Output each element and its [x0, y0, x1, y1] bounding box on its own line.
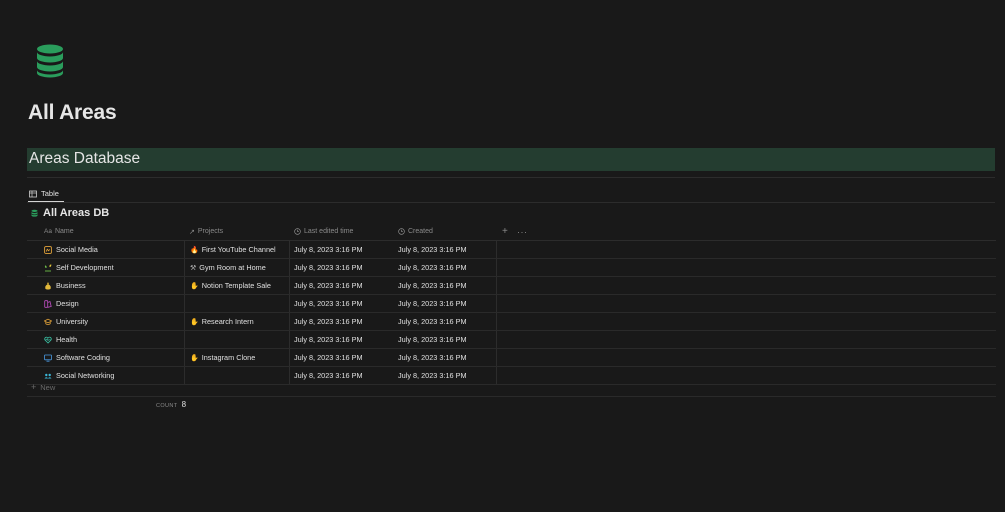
- table-row[interactable]: Health July 8, 2023 3:16 PM July 8, 2023…: [27, 331, 996, 349]
- new-row-label: New: [40, 382, 56, 392]
- project-link[interactable]: First YouTube Channel: [202, 245, 276, 254]
- created-cell: July 8, 2023 3:16 PM: [398, 299, 467, 308]
- last-edited-cell: July 8, 2023 3:16 PM: [294, 335, 363, 344]
- last-edited-cell: July 8, 2023 3:16 PM: [294, 317, 363, 326]
- project-link[interactable]: Research Intern: [202, 317, 254, 326]
- column-header-projects[interactable]: ↗ Projects: [189, 223, 223, 240]
- row-count[interactable]: COUNT 8: [156, 400, 186, 409]
- created-cell: July 8, 2023 3:16 PM: [398, 335, 467, 344]
- row-name[interactable]: University: [56, 317, 88, 326]
- tab-label: Table: [41, 189, 59, 198]
- table-row[interactable]: University ✋ Research Intern July 8, 202…: [27, 313, 996, 331]
- table-row[interactable]: Software Coding ✋ Instagram Clone July 8…: [27, 349, 996, 367]
- table-row[interactable]: Social Networking July 8, 2023 3:16 PM J…: [27, 367, 996, 385]
- created-cell: July 8, 2023 3:16 PM: [398, 371, 467, 380]
- plant-icon: [44, 263, 52, 271]
- divider: [27, 177, 995, 178]
- row-name[interactable]: Software Coding: [56, 353, 110, 362]
- column-label: Projects: [197, 228, 224, 235]
- last-edited-cell: July 8, 2023 3:16 PM: [294, 299, 363, 308]
- divider: [27, 202, 995, 203]
- more-options-button[interactable]: ···: [517, 223, 528, 240]
- clock-icon: [398, 228, 405, 235]
- last-edited-cell: July 8, 2023 3:16 PM: [294, 281, 363, 290]
- table-row[interactable]: Self Development ⚒ Gym Room at Home July…: [27, 259, 996, 277]
- tab-table[interactable]: Table: [29, 186, 59, 201]
- column-header-name[interactable]: Aa Name: [44, 223, 74, 240]
- relation-arrow-icon: ↗: [189, 228, 195, 236]
- last-edited-cell: July 8, 2023 3:16 PM: [294, 245, 363, 254]
- row-name[interactable]: Business: [56, 281, 86, 290]
- palette-icon: [44, 299, 52, 308]
- monitor-icon: [44, 354, 52, 362]
- new-row-button[interactable]: + New: [31, 382, 55, 392]
- social-media-icon: [44, 245, 52, 254]
- hands-icon: ✋: [190, 318, 199, 326]
- dumbbell-icon: ⚒: [190, 264, 197, 272]
- last-edited-cell: July 8, 2023 3:16 PM: [294, 263, 363, 272]
- table-body: Social Media 🔥 First YouTube Channel Jul…: [27, 241, 996, 385]
- callout-banner[interactable]: Areas Database: [27, 148, 995, 171]
- row-name[interactable]: Social Media: [56, 245, 98, 254]
- row-name[interactable]: Health: [56, 335, 77, 344]
- created-cell: July 8, 2023 3:16 PM: [398, 245, 467, 254]
- column-label: Last edited time: [304, 228, 354, 235]
- row-name[interactable]: Social Networking: [56, 371, 114, 380]
- text-icon: Aa: [44, 228, 52, 235]
- project-link[interactable]: Gym Room at Home: [199, 263, 266, 272]
- database-icon[interactable]: [36, 44, 64, 78]
- count-label: COUNT: [156, 403, 178, 409]
- table-row[interactable]: Business ✋ Notion Template Sale July 8, …: [27, 277, 996, 295]
- fire-icon: 🔥: [190, 246, 199, 254]
- table-header: Aa Name ↗ Projects Last edited time Crea…: [27, 223, 996, 241]
- table-icon: [29, 190, 37, 197]
- divider: [27, 396, 996, 397]
- created-cell: July 8, 2023 3:16 PM: [398, 281, 467, 290]
- count-value: 8: [181, 400, 187, 409]
- money-bag-icon: [45, 282, 51, 289]
- column-header-created[interactable]: Created: [398, 223, 433, 240]
- created-cell: July 8, 2023 3:16 PM: [398, 353, 467, 362]
- row-name[interactable]: Self Development: [56, 263, 114, 272]
- add-property-button[interactable]: +: [502, 223, 508, 240]
- row-name[interactable]: Design: [56, 299, 79, 308]
- created-cell: July 8, 2023 3:16 PM: [398, 263, 467, 272]
- last-edited-cell: July 8, 2023 3:16 PM: [294, 371, 363, 380]
- table-row[interactable]: Social Media 🔥 First YouTube Channel Jul…: [27, 241, 996, 259]
- project-link[interactable]: Instagram Clone: [202, 353, 256, 362]
- database-table: Aa Name ↗ Projects Last edited time Crea…: [27, 223, 996, 385]
- column-header-last-edited[interactable]: Last edited time: [294, 223, 353, 240]
- graduation-cap-icon: [44, 318, 52, 325]
- database-title[interactable]: All Areas DB: [31, 207, 109, 219]
- clock-icon: [294, 228, 301, 235]
- heart-pulse-icon: [44, 336, 52, 344]
- column-label: Name: [54, 228, 74, 235]
- plus-icon: +: [31, 382, 37, 392]
- page-title[interactable]: All Areas: [28, 101, 117, 125]
- column-label: Created: [408, 228, 433, 235]
- created-cell: July 8, 2023 3:16 PM: [398, 317, 467, 326]
- hands-icon: ✋: [190, 354, 199, 362]
- last-edited-cell: July 8, 2023 3:16 PM: [294, 353, 363, 362]
- database-icon: [31, 209, 38, 217]
- project-link[interactable]: Notion Template Sale: [202, 281, 271, 290]
- table-row[interactable]: Design July 8, 2023 3:16 PM July 8, 2023…: [27, 295, 996, 313]
- banner-heading: Areas Database: [29, 150, 141, 167]
- notion-page: All Areas Areas Database Table All Areas…: [0, 0, 1005, 512]
- database-title-text: All Areas DB: [43, 207, 110, 219]
- people-icon: [44, 373, 52, 378]
- hands-icon: ✋: [190, 282, 199, 290]
